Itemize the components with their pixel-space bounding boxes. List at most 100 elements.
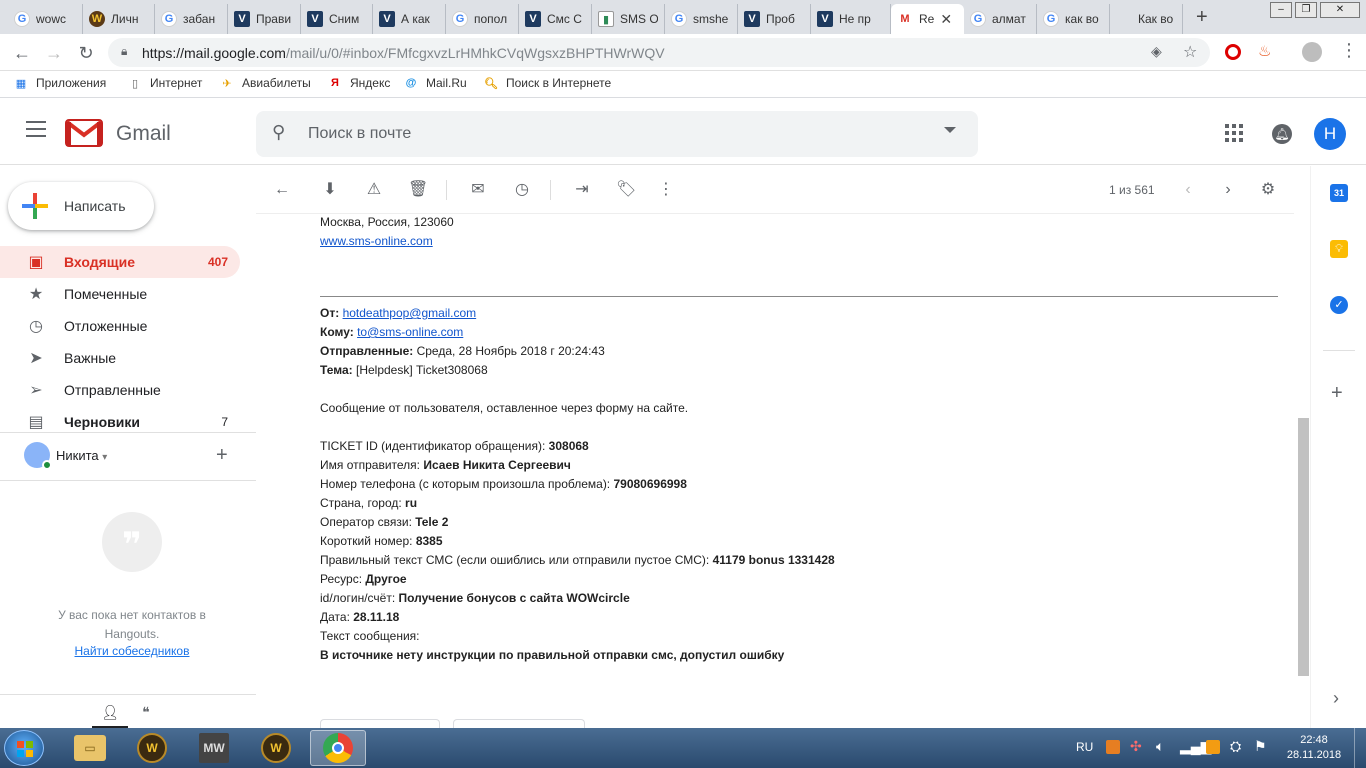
bookmark-yandex[interactable]: Я Яндекс — [328, 76, 390, 90]
delete-icon[interactable]: 🗑︎ — [408, 180, 428, 200]
browser-tab[interactable]: Как во — [1110, 4, 1183, 34]
fire-extension-icon[interactable]: ♨ — [1258, 42, 1271, 60]
settings-gear-icon[interactable]: ⚙ — [1258, 180, 1278, 200]
chevron-right-icon[interactable]: › — [1218, 180, 1238, 200]
move-to-icon[interactable]: ⇥ — [572, 180, 592, 200]
taskbar-chrome[interactable] — [310, 730, 366, 766]
sidebar-item-snoozed[interactable]: ◷ Отложенные — [0, 310, 240, 342]
profile-icon[interactable] — [1302, 42, 1322, 62]
message-text: В источнике нету инструкции по правильно… — [320, 648, 785, 662]
menu-kebab-icon[interactable]: ⋮ — [1340, 40, 1358, 61]
browser-tab[interactable]: V Проб — [738, 4, 811, 34]
reload-icon[interactable]: ↻ — [74, 41, 98, 65]
browser-tab-active[interactable]: M Re ✕ — [891, 4, 964, 34]
extension-eye-icon[interactable]: ◈ — [1151, 43, 1162, 60]
contacts-person-icon[interactable]: 👤︎ — [92, 696, 128, 728]
bookmark-search[interactable]: 🔍︎ Поиск в Интернете — [484, 76, 611, 90]
close-tab-icon[interactable]: ✕ — [940, 11, 952, 28]
browser-tab[interactable]: Gsmshe — [665, 4, 738, 34]
bookmark-mailru[interactable]: @ Mail.Ru — [404, 76, 467, 90]
search-icon[interactable]: ⚲ — [272, 122, 285, 143]
tray-antivirus-icon[interactable]: ✣ — [1130, 738, 1142, 755]
show-desktop-button[interactable] — [1354, 728, 1366, 768]
apps-launcher-icon[interactable] — [1225, 124, 1243, 142]
taskbar-mw[interactable]: MW — [186, 730, 242, 766]
start-button[interactable] — [4, 730, 44, 766]
add-contact-plus-icon[interactable]: + — [216, 444, 228, 467]
keep-icon[interactable]: 💡︎ — [1330, 240, 1348, 258]
back-to-inbox-icon[interactable]: ← — [272, 180, 292, 200]
browser-tab[interactable]: Gзабан — [155, 4, 228, 34]
chevron-left-icon[interactable]: ‹ — [1178, 180, 1198, 200]
bookmark-flights[interactable]: ✈ Авиабилеты — [220, 76, 310, 90]
browser-tab[interactable]: Gкак во — [1037, 4, 1110, 34]
taskbar-wow-2[interactable]: W — [248, 730, 304, 766]
bookmark-internet[interactable]: ▯ Интернет — [128, 76, 202, 90]
from-email-link[interactable]: hotdeathpop@gmail.com — [343, 306, 477, 320]
archive-icon[interactable]: ⬇ — [320, 180, 340, 200]
action-center-flag-icon[interactable]: ⚑ — [1254, 738, 1267, 755]
browser-tab[interactable]: VА как — [373, 4, 446, 34]
volume-icon[interactable]: 🔈︎ — [1156, 738, 1164, 755]
opera-extension-icon[interactable] — [1225, 44, 1241, 60]
add-addon-plus-icon[interactable]: + — [1331, 382, 1343, 405]
clock[interactable]: 22:48 28.11.2018 — [1284, 733, 1344, 763]
forward-arrow-icon[interactable]: → — [42, 41, 66, 65]
mark-unread-icon[interactable]: ✉ — [468, 180, 488, 200]
back-arrow-icon[interactable]: ← — [10, 41, 34, 65]
forward-button[interactable] — [453, 719, 585, 728]
report-spam-icon[interactable]: ⚠ — [364, 180, 384, 200]
taskbar-wow[interactable]: W — [124, 730, 180, 766]
address-bar[interactable]: 🔒︎ https://mail.google.com/mail/u/0/#inb… — [108, 38, 1210, 67]
message-scrollbar[interactable] — [1298, 418, 1309, 676]
sidebar-item-sent[interactable]: ➢ Отправленные — [0, 374, 240, 406]
browser-tab[interactable]: V Сним — [301, 4, 373, 34]
ticket-field: Правильный текст СМС (если ошиблись или … — [320, 553, 835, 567]
hangouts-user-name[interactable]: Никита ▾ — [56, 448, 107, 463]
taskbar-explorer[interactable]: ▭ — [62, 730, 118, 766]
site-link[interactable]: www.sms-online.com — [320, 234, 433, 248]
reply-button[interactable] — [320, 719, 440, 728]
browser-tab[interactable]: ▮ SMS O — [592, 4, 665, 34]
browser-tab[interactable]: V Не пр — [811, 4, 891, 34]
calendar-icon[interactable]: 31 — [1330, 184, 1348, 202]
browser-tab[interactable]: V Прави — [228, 4, 301, 34]
notifications-bell-icon[interactable]: 🔔︎ — [1272, 124, 1292, 144]
account-avatar[interactable]: Н — [1314, 118, 1346, 150]
tray-app-icon[interactable] — [1106, 740, 1120, 754]
tray-orange-icon[interactable] — [1206, 740, 1220, 754]
browser-tab[interactable]: Gпопол — [446, 4, 519, 34]
bookmark-apps[interactable]: ▦ Приложения — [14, 76, 106, 90]
expand-panel-chevron-icon[interactable]: › — [1333, 688, 1339, 709]
tray-device-icon[interactable]: ⛭ — [1230, 738, 1241, 755]
label-icon[interactable]: 🏷︎ — [616, 180, 636, 200]
tasks-icon[interactable]: ✓ — [1330, 296, 1348, 314]
search-bar[interactable]: ⚲ Поиск в почте — [256, 111, 978, 157]
snooze-clock-icon[interactable]: ◷ — [512, 180, 532, 200]
hangouts-user-avatar[interactable] — [24, 442, 52, 470]
find-contacts-link[interactable]: Найти собеседников — [0, 644, 264, 658]
minimize-button[interactable]: – — [1270, 2, 1292, 18]
sidebar-item-starred[interactable]: ★ Помеченные — [0, 278, 240, 310]
lock-icon: 🔒︎ — [121, 44, 128, 58]
new-tab-button[interactable]: + — [1196, 6, 1208, 29]
main-menu-icon[interactable] — [26, 121, 46, 137]
gmail-logo[interactable] — [65, 119, 103, 150]
browser-tab[interactable]: V Смс С — [519, 4, 592, 34]
search-input[interactable]: Поиск в почте — [308, 125, 411, 143]
maximize-button[interactable]: ❐ — [1295, 2, 1317, 18]
sidebar-item-inbox[interactable]: ▣ Входящие 407 — [0, 246, 240, 278]
window-close-button[interactable]: ✕ — [1320, 2, 1360, 18]
search-options-dropdown-icon[interactable] — [944, 127, 956, 133]
browser-tab[interactable]: Gалмат — [964, 4, 1037, 34]
more-options-icon[interactable]: ⋮ — [656, 180, 676, 200]
sidebar-item-important[interactable]: ➤ Важные — [0, 342, 240, 374]
browser-tab[interactable]: Gwowc — [8, 4, 83, 34]
language-indicator[interactable]: RU — [1076, 740, 1093, 754]
browser-tab[interactable]: W Личн — [83, 4, 155, 34]
hangouts-chat-icon[interactable]: ❝ — [136, 696, 156, 728]
to-email-link[interactable]: to@sms-online.com — [357, 325, 463, 339]
sidebar-item-drafts[interactable]: ▤ Черновики 7 — [0, 406, 240, 438]
compose-button[interactable]: Написать — [8, 182, 154, 230]
bookmark-star-icon[interactable]: ☆ — [1183, 42, 1197, 62]
